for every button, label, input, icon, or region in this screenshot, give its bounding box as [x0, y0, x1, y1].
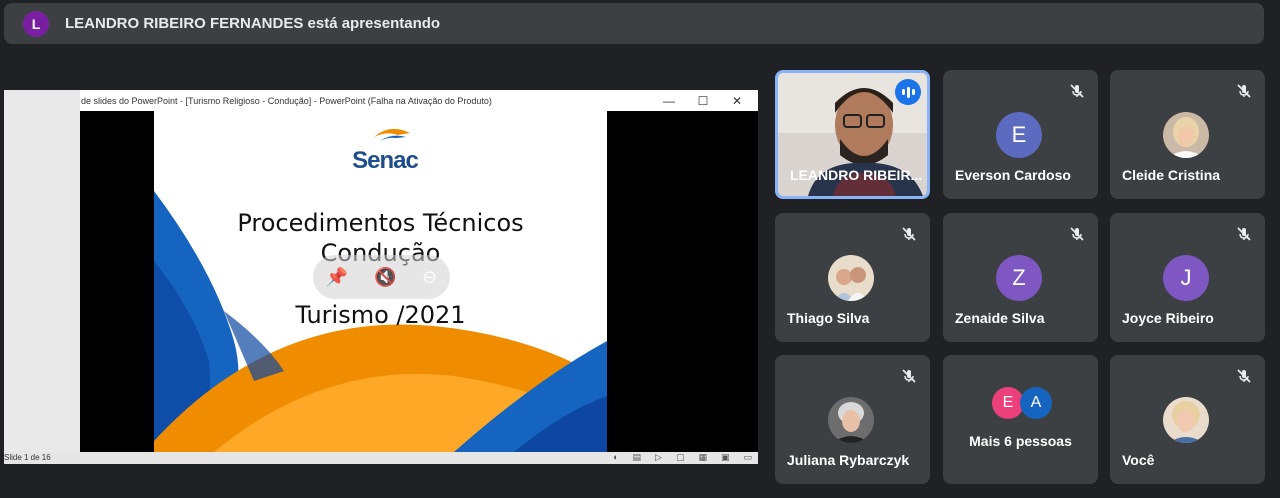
slideshow-icon: ▭: [743, 452, 752, 462]
presenter-banner: L LEANDRO RIBEIRO FERNANDES está apresen…: [4, 3, 1264, 44]
mic-off-icon: [1233, 80, 1255, 102]
mic-off-icon: [1233, 223, 1255, 245]
powerpoint-statusbar: Slide 1 de 16 ◐ ▤ ▷ ▢ ▦ ▣ ▭: [4, 452, 758, 464]
maximize-icon: ☐: [697, 93, 709, 108]
speaking-indicator-icon: [895, 79, 921, 105]
remove-icon[interactable]: ⊖: [422, 267, 437, 288]
powerpoint-side-panel: [4, 90, 80, 464]
participant-name: Juliana Rybarczyk: [787, 452, 910, 468]
senac-logo: Senac: [340, 125, 430, 175]
unpin-icon[interactable]: 📌: [326, 267, 348, 288]
more-people-label: Mais 6 pessoas: [969, 433, 1072, 449]
slide-title-line-1: Procedimentos Técnicos: [237, 209, 524, 237]
participant-avatar: J: [1163, 255, 1209, 301]
mic-off-icon: [898, 223, 920, 245]
mic-off-icon: [1066, 223, 1088, 245]
participant-name: Zenaide Silva: [955, 310, 1045, 326]
shared-screen[interactable]: de slides do PowerPoint - [Turismo Relig…: [4, 90, 758, 464]
participant-tile-everson[interactable]: E Everson Cardoso: [943, 70, 1098, 199]
reading-view-icon: ▣: [720, 452, 730, 462]
slide-counter: Slide 1 de 16: [4, 453, 51, 462]
participant-avatar: E: [996, 112, 1042, 158]
participant-photo: [828, 255, 874, 301]
participant-photo: [1163, 397, 1209, 443]
mic-off-icon: [1066, 80, 1088, 102]
mic-off-icon: [898, 365, 920, 387]
presentation-hover-controls[interactable]: 📌 🔇 ⊖: [313, 255, 450, 299]
notes-icon: ▤: [632, 452, 642, 462]
participant-name: Você: [1122, 452, 1155, 468]
participant-name: Thiago Silva: [787, 310, 870, 326]
powerpoint-titlebar: de slides do PowerPoint - [Turismo Relig…: [80, 90, 758, 111]
participant-name: Joyce Ribeiro: [1122, 310, 1214, 326]
participant-photo: [1163, 112, 1209, 158]
participant-tile-zenaide[interactable]: Z Zenaide Silva: [943, 213, 1098, 342]
participant-tile-more-people[interactable]: E A Mais 6 pessoas: [943, 355, 1098, 484]
participant-tile-self[interactable]: Você: [1110, 355, 1265, 484]
normal-view-icon: ▢: [675, 452, 685, 462]
participant-tile-thiago[interactable]: Thiago Silva: [775, 213, 930, 342]
participant-name: LEANDRO RIBEIR...: [790, 167, 923, 183]
participant-name: Everson Cardoso: [955, 167, 1071, 183]
slide-title-line-3: Turismo /2021: [295, 301, 466, 329]
participant-tile-juliana[interactable]: Juliana Rybarczyk: [775, 355, 930, 484]
mic-off-icon: [1233, 365, 1255, 387]
powerpoint-window-title: de slides do PowerPoint - [Turismo Relig…: [81, 95, 492, 106]
participant-name: Cleide Cristina: [1122, 167, 1221, 183]
participant-tile-leandro[interactable]: LEANDRO RIBEIR...: [775, 70, 930, 199]
participant-tile-cleide[interactable]: Cleide Cristina: [1110, 70, 1265, 199]
sorter-view-icon: ▦: [698, 452, 707, 462]
presenter-avatar: L: [23, 10, 49, 37]
mute-icon[interactable]: 🔇: [374, 267, 396, 288]
more-avatar-2: A: [1020, 387, 1052, 419]
participant-photo: [828, 397, 874, 443]
close-icon: ✕: [731, 93, 743, 108]
participant-tile-joyce[interactable]: J Joyce Ribeiro: [1110, 213, 1265, 342]
minimize-icon: —: [663, 93, 675, 108]
presenter-banner-text: LEANDRO RIBEIRO FERNANDES está apresenta…: [65, 15, 441, 32]
play-icon: ▷: [655, 452, 662, 462]
participant-avatar: Z: [996, 255, 1042, 301]
accessibility-icon: ◐: [613, 452, 619, 462]
